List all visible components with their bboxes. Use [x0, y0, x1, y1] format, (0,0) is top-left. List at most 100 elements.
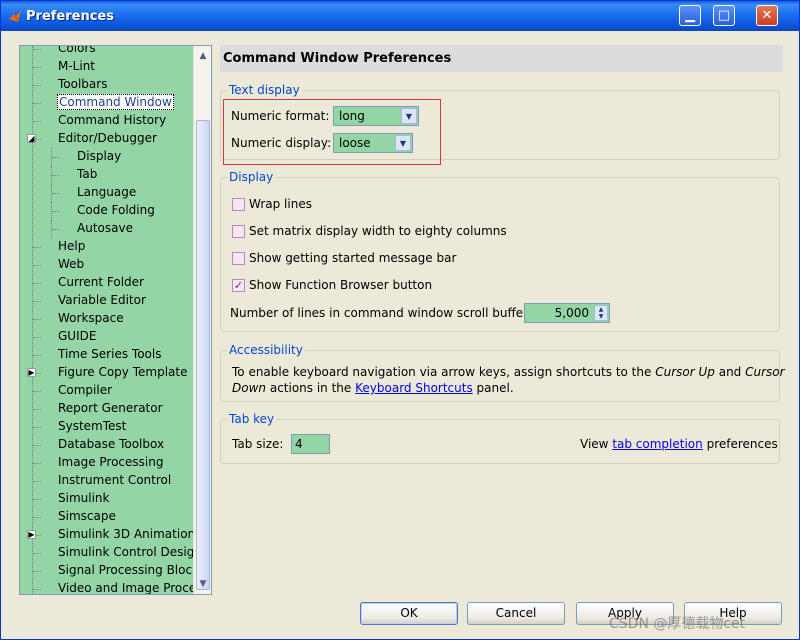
tree-item[interactable]: Help [57, 238, 86, 255]
tree-guide-line [52, 211, 60, 212]
scroll-down-icon[interactable]: ▼ [196, 577, 210, 591]
tree-item-label: Report Generator [58, 401, 163, 415]
expand-node-icon[interactable]: ▶ [27, 530, 36, 539]
tree-list: Colors M-Lint Toolbars Command Window Comman… [20, 45, 211, 594]
tree-guide-line [33, 121, 41, 122]
tree-item-label: Help [58, 239, 86, 253]
annotation-highlight-box [223, 99, 441, 165]
tree-item[interactable]: Toolbars [57, 76, 108, 93]
checkbox-label: Set matrix display width to eighty colum… [249, 224, 507, 238]
tree-item[interactable]: Image Processing [57, 454, 164, 471]
tree-guide-line [33, 85, 41, 86]
checkbox[interactable] [232, 198, 245, 211]
tab-key-legend: Tab key [227, 412, 277, 426]
tree-item[interactable]: Variable Editor [57, 292, 147, 309]
tree-guide-line [33, 337, 41, 338]
maximize-button[interactable]: □ [713, 5, 735, 26]
close-icon: ✕ [761, 8, 773, 23]
tree-item[interactable]: Time Series Tools [57, 346, 162, 363]
tab-size-input[interactable]: 4 [291, 434, 330, 454]
tree-item[interactable]: Web [57, 256, 85, 273]
minimize-icon: ▁ [685, 8, 695, 23]
watermark-text: CSDN @厚德载物cet [609, 616, 746, 632]
tree-guide-line [33, 301, 41, 302]
tree-item[interactable]: Signal Processing Blockset [57, 562, 212, 579]
tree-item-label: Simulink Control Design [58, 545, 202, 559]
tree-item[interactable]: Code Folding [76, 202, 156, 219]
text-display-legend: Text display [227, 83, 302, 97]
tree-guide-line [33, 553, 41, 554]
tree-guide-line [33, 319, 41, 320]
display-legend: Display [227, 170, 276, 184]
tree-item-label: Editor/Debugger [58, 131, 157, 145]
tree-item-label: Simulink 3D Animation [58, 527, 196, 541]
tree-item[interactable]: Simulink [57, 490, 110, 507]
tree-item[interactable]: Simscape [57, 508, 117, 525]
tree-guide-line [52, 193, 60, 194]
tree-item[interactable]: Report Generator [57, 400, 164, 417]
tree-guide-line [33, 355, 41, 356]
tree-item-label: Image Processing [58, 455, 164, 469]
down-text: Down [232, 381, 267, 395]
tree-item[interactable]: Editor/Debugger [57, 130, 158, 147]
tree-guide-line [33, 103, 41, 104]
close-button[interactable]: ✕ [756, 5, 778, 26]
tree-item[interactable]: Database Toolbox [57, 436, 165, 453]
tree-item-label: Current Folder [58, 275, 144, 289]
scroll-up-icon[interactable]: ▲ [196, 49, 210, 63]
tree-item[interactable]: GUIDE [57, 328, 97, 345]
collapse-node-icon[interactable]: ◢ [27, 134, 36, 143]
checkbox[interactable] [232, 252, 245, 265]
tree-item[interactable]: Current Folder [57, 274, 145, 291]
tree-item-label: Web [58, 257, 85, 271]
scroll-buffer-spinner[interactable]: 5,000 ▲ ▼ [524, 303, 610, 323]
accessibility-legend: Accessibility [227, 343, 305, 357]
keyboard-shortcuts-link[interactable]: Keyboard Shortcuts [355, 381, 473, 395]
tree-item-label: Time Series Tools [58, 347, 162, 361]
tree-item[interactable]: Compiler [57, 382, 113, 399]
preferences-tree[interactable]: Colors M-Lint Toolbars Command Window Comman… [19, 45, 212, 595]
scrollbar-thumb[interactable] [196, 120, 210, 590]
tree-item-label: Simulink [58, 491, 110, 505]
tree-item[interactable]: Tab [76, 166, 98, 183]
tree-item[interactable]: Video and Image Processing [57, 580, 211, 594]
tree-item[interactable]: Workspace [57, 310, 125, 327]
tree-guide-line [33, 247, 41, 248]
checkbox[interactable] [232, 225, 245, 238]
tree-item-label: Variable Editor [58, 293, 146, 307]
tab-completion-link[interactable]: tab completion [612, 437, 702, 451]
checkbox-label: Show Function Browser button [249, 278, 433, 292]
minimize-button[interactable]: ▁ [679, 5, 701, 26]
checkbox[interactable]: ✓ [232, 279, 245, 292]
tree-item[interactable]: Command Window [57, 94, 174, 111]
tree-item-label: Tab [77, 167, 98, 181]
spinner-arrows-icon[interactable]: ▲ ▼ [594, 305, 608, 321]
tree-item[interactable]: M-Lint [57, 58, 96, 75]
tree-item[interactable]: Display [76, 148, 122, 165]
tree-guide-line [33, 427, 41, 428]
tree-item-label: Workspace [58, 311, 124, 325]
cancel-button[interactable]: Cancel [467, 602, 565, 625]
tree-item[interactable]: SystemTest [57, 418, 127, 435]
title-bar[interactable]: Preferences ▁ □ ✕ [1, 1, 799, 31]
and-text: and [718, 365, 742, 379]
tree-item[interactable]: Language [76, 184, 137, 201]
tree-item-label: Signal Processing Blockset [58, 563, 212, 577]
tree-item[interactable]: Command History [57, 112, 167, 129]
expand-node-icon[interactable]: ▶ [27, 368, 36, 377]
tree-guide-line [33, 571, 41, 572]
preferences-window: Preferences ▁ □ ✕ Colors M-Lint Toolbars Co… [0, 0, 800, 640]
tree-item-label: Database Toolbox [58, 437, 165, 451]
tree-guide-line [33, 445, 41, 446]
tree-item[interactable]: Autosave [76, 220, 134, 237]
tree-item[interactable]: Figure Copy Template [57, 364, 188, 381]
tree-item[interactable]: Simulink 3D Animation [57, 526, 196, 543]
tree-item-label: Colors [58, 45, 96, 55]
checkbox-label: Show getting started message bar [249, 251, 457, 265]
tree-item[interactable]: Instrument Control [57, 472, 172, 489]
tree-scrollbar[interactable]: ▲ ▼ [193, 46, 211, 594]
tree-item[interactable]: Simulink Control Design [57, 544, 203, 561]
ok-button[interactable]: OK [360, 602, 458, 625]
tree-item[interactable]: Colors [57, 45, 97, 57]
tree-guide-line [33, 463, 41, 464]
